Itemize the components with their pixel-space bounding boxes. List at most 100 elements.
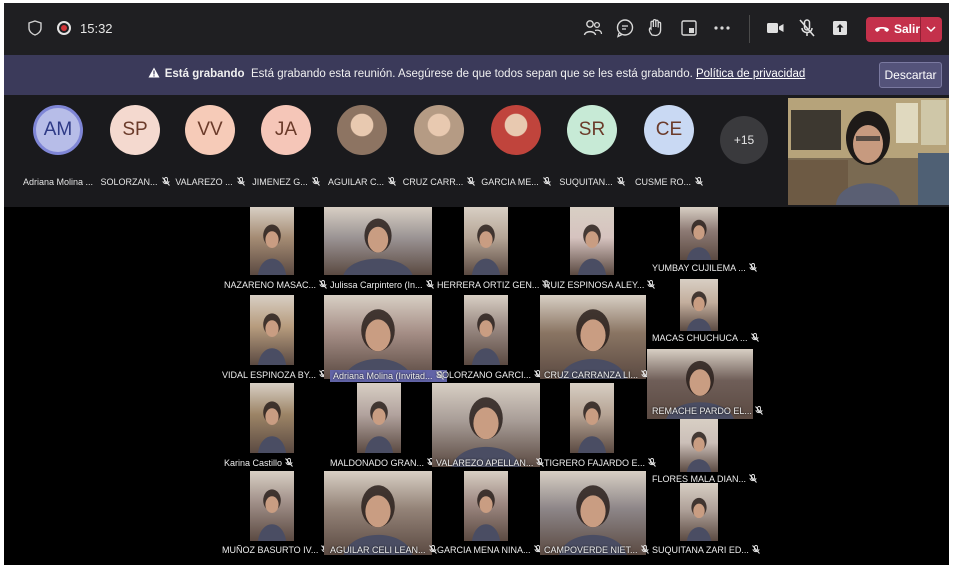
video-tile-name-text: RUIZ ESPINOSA ALEY... [544,280,645,290]
participant-item[interactable]: SR SUQUITAN... [554,105,630,187]
video-tile-name-text: HERRERA ORTIZ GEN... [437,280,540,290]
participants-icon[interactable] [582,17,604,39]
mic-off-icon [285,458,293,467]
participant-name: VALAREZO ... [172,177,248,187]
toolbar-divider [749,15,750,43]
mic-off-icon [425,280,434,289]
video-tile[interactable] [464,207,508,275]
avatar: VV [185,105,235,155]
mic-off-icon[interactable] [796,17,818,39]
participant-item[interactable]: SP SOLORZAN... [97,105,173,187]
mic-off-icon [616,177,625,186]
participant-item[interactable]: AM Adriana Molina ... [20,105,96,187]
video-tile-name-text: Julissa Carpintero (In... [330,280,423,290]
participant-name: Adriana Molina ... [20,177,96,187]
more-icon[interactable] [711,17,733,39]
video-tile[interactable] [570,383,614,453]
video-tile[interactable] [432,383,540,467]
leave-label: Salir [894,22,921,36]
video-tile-name: MALDONADO GRAN... [330,458,435,468]
mic-off-icon [161,177,170,186]
participant-name: SOLORZAN... [97,177,173,187]
video-tile-name-text: YUMBAY CUJILEMA ... [652,263,746,273]
privacy-policy-link[interactable]: Política de privacidad [696,68,805,80]
video-tile-name-text: MACAS CHUCHUCA ... [652,333,748,343]
participant-name-text: SOLORZAN... [100,177,158,187]
mic-off-icon [236,177,245,186]
video-tile[interactable] [324,207,432,275]
video-tile[interactable] [680,207,718,260]
video-tile[interactable] [680,483,718,541]
video-tile[interactable] [540,471,646,555]
video-tile-name: REMACHE PARDO EL... [652,406,763,416]
chat-icon[interactable] [614,17,636,39]
video-gallery: NAZARENO MASAC... Julissa Carpintero (In.… [4,207,949,565]
video-tile-name: Karina Castillo [224,458,293,468]
video-tile[interactable] [250,207,294,275]
meeting-window: 15:32 Salir Está grabando Está grabando … [4,3,949,565]
video-tile-name: VIDAL ESPINOZA BY... [222,370,327,380]
avatar: SP [110,105,160,155]
raise-hand-icon[interactable] [645,17,667,39]
participant-name: JIMENEZ G... [248,177,324,187]
video-tile[interactable] [570,207,614,275]
banner-body: Está grabando esta reunión. Asegúrese de… [250,68,693,80]
camera-icon[interactable] [764,17,786,39]
shield-icon [28,20,42,36]
mic-off-icon [319,280,327,289]
video-tile[interactable] [324,471,432,555]
self-video-tile[interactable] [788,98,949,205]
warning-icon [148,67,160,78]
participant-name-text: Adriana Molina ... [22,177,94,187]
video-tile-name-text: CAMPOVERDE NIET... [544,545,638,555]
video-tile[interactable] [680,279,718,331]
mic-off-icon [647,280,656,289]
mic-off-icon [695,177,703,186]
participant-item[interactable]: GARCIA ME... [478,105,554,187]
participant-item[interactable]: CRUZ CARR... [401,105,477,187]
recording-banner: Está grabando Está grabando esta reunión… [4,55,949,95]
share-tray-icon[interactable] [678,17,700,39]
video-tile[interactable] [324,295,432,379]
share-icon[interactable] [829,17,851,39]
video-tile-name: GARCIA MENA NINA... [437,545,542,555]
mic-off-icon [388,177,396,186]
video-tile-name: Julissa Carpintero (In... [330,280,434,290]
video-tile-name-text: Karina Castillo [224,458,283,468]
participant-name-text: JIMENEZ G... [252,177,308,187]
video-tile[interactable] [250,471,294,541]
participant-item[interactable]: CE CUSME RO... [631,105,707,187]
video-tile-name-text: TIGRERO FAJARDO E... [544,458,646,468]
participant-name: AGUILAR C... [324,177,400,187]
participant-item[interactable]: VV VALAREZO ... [172,105,248,187]
video-tile[interactable] [680,419,718,472]
video-tile-name: YUMBAY CUJILEMA ... [652,263,757,273]
leave-divider [920,17,921,42]
participant-item[interactable]: AGUILAR C... [324,105,400,187]
participant-item[interactable]: JA JIMENEZ G... [248,105,324,187]
video-tile[interactable] [540,295,646,379]
avatar [337,105,387,155]
phone-hangup-icon [875,27,889,32]
leave-button[interactable]: Salir [866,17,942,42]
video-tile[interactable] [464,295,508,365]
video-tile-name: CRUZ CARRANZA LI... [544,370,649,380]
video-tile[interactable] [357,383,401,453]
video-tile[interactable] [250,295,294,365]
video-tile[interactable] [250,383,294,453]
participant-name: GARCIA ME... [478,177,554,187]
participant-name-text: SUQUITAN... [559,177,613,187]
video-tile-name-text: GARCIA MENA NINA... [437,545,531,555]
meeting-toolbar: 15:32 Salir [4,3,949,55]
dismiss-button[interactable]: Descartar [879,62,942,88]
video-tile-name-text: VIDAL ESPINOZA BY... [222,370,317,380]
mic-off-icon [542,177,551,186]
video-tile-name: NAZARENO MASAC... [224,280,327,290]
video-tile-name: RUIZ ESPINOSA ALEY... [544,280,656,290]
more-participants-button[interactable]: +15 [720,116,768,164]
participant-name-text: AGUILAR C... [327,177,384,187]
participant-name: CUSME RO... [631,177,707,187]
chevron-down-icon[interactable] [924,21,938,37]
video-tile[interactable] [464,471,508,541]
mic-off-icon [467,177,476,186]
